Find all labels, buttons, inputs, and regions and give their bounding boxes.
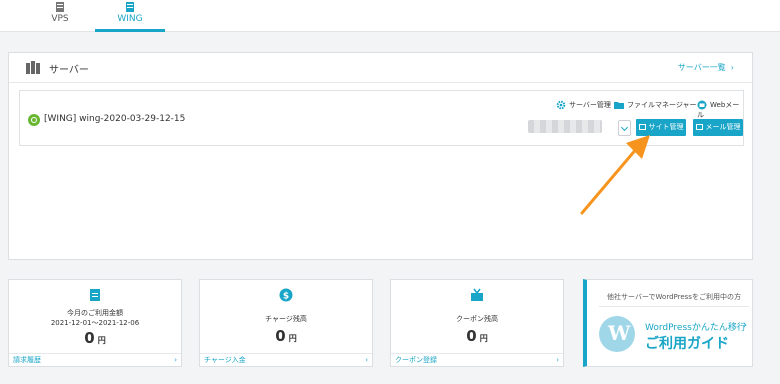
- server-name: [WING] wing-2020-03-29-12-15: [44, 114, 186, 124]
- guide-title: ご利用ガイド: [645, 336, 729, 352]
- webmail-icon: [697, 100, 707, 110]
- server-icon: [26, 61, 40, 74]
- wordpress-migration-guide-banner[interactable]: 他社サーバーでWordPressをご利用中の方 WordPressかんたん移行 …: [583, 279, 753, 367]
- tab-vps[interactable]: VPS: [40, 0, 80, 32]
- invoice-icon: [90, 289, 100, 301]
- annotation-arrow: [580, 135, 650, 215]
- dollar-icon: $: [279, 288, 293, 302]
- charge-deposit-link[interactable]: チャージ入金 ›: [200, 353, 372, 366]
- monthly-usage-title: 今月のご利用金額: [67, 309, 123, 317]
- server-panel-title: サーバー: [49, 65, 89, 76]
- coupon-balance-card: クーポン残高 0円 クーポン登録 ›: [390, 279, 564, 367]
- file-manager-link[interactable]: ファイルマネージャー: [614, 100, 697, 110]
- chevron-right-icon: ›: [174, 356, 177, 364]
- server-panel-header: サーバー サーバー一覧 ›: [9, 53, 752, 83]
- coupon-register-link[interactable]: クーポン登録 ›: [391, 353, 563, 366]
- guide-subtitle: WordPressかんたん移行: [645, 323, 746, 333]
- power-status-icon: [28, 114, 40, 126]
- server-admin-link[interactable]: サーバー管理: [556, 100, 611, 110]
- tab-wing-label: WING: [117, 14, 143, 24]
- charge-balance-card: $ チャージ残高 0円 チャージ入金 ›: [199, 279, 373, 367]
- chevron-right-icon: ›: [743, 320, 747, 331]
- webmail-link[interactable]: Webメール: [697, 100, 743, 120]
- monthly-usage-amount: 0円: [84, 329, 106, 347]
- chevron-right-icon: ›: [556, 356, 559, 364]
- charge-balance-amount: 0円: [275, 327, 297, 345]
- charge-balance-title: チャージ残高: [265, 315, 307, 323]
- mail-management-button[interactable]: メール管理: [693, 119, 743, 136]
- svg-text:$: $: [283, 292, 289, 302]
- coupon-icon: [471, 288, 483, 301]
- monthly-usage-card: 今月のご利用金額 2021-12-01〜2021-12-06 0円 請求履歴 ›: [8, 279, 182, 367]
- server-icon: [56, 2, 64, 12]
- coupon-balance-title: クーポン残高: [456, 315, 498, 323]
- tab-wing[interactable]: WING: [95, 0, 165, 32]
- tab-vps-label: VPS: [51, 14, 69, 24]
- wordpress-logo-icon: [599, 316, 635, 352]
- gear-icon: [556, 100, 566, 110]
- guide-caption: 他社サーバーでWordPressをご利用中の方: [599, 292, 749, 307]
- coupon-balance-amount: 0円: [466, 327, 488, 345]
- server-list-link[interactable]: サーバー一覧 ›: [678, 62, 734, 73]
- billing-history-link[interactable]: 請求履歴 ›: [9, 353, 181, 366]
- folder-icon: [614, 102, 624, 109]
- monthly-usage-period: 2021-12-01〜2021-12-06: [50, 319, 140, 327]
- chevron-right-icon: ›: [365, 356, 368, 364]
- top-tab-bar: VPS WING: [0, 0, 780, 32]
- mail-icon: [695, 124, 703, 130]
- server-icon: [126, 2, 134, 12]
